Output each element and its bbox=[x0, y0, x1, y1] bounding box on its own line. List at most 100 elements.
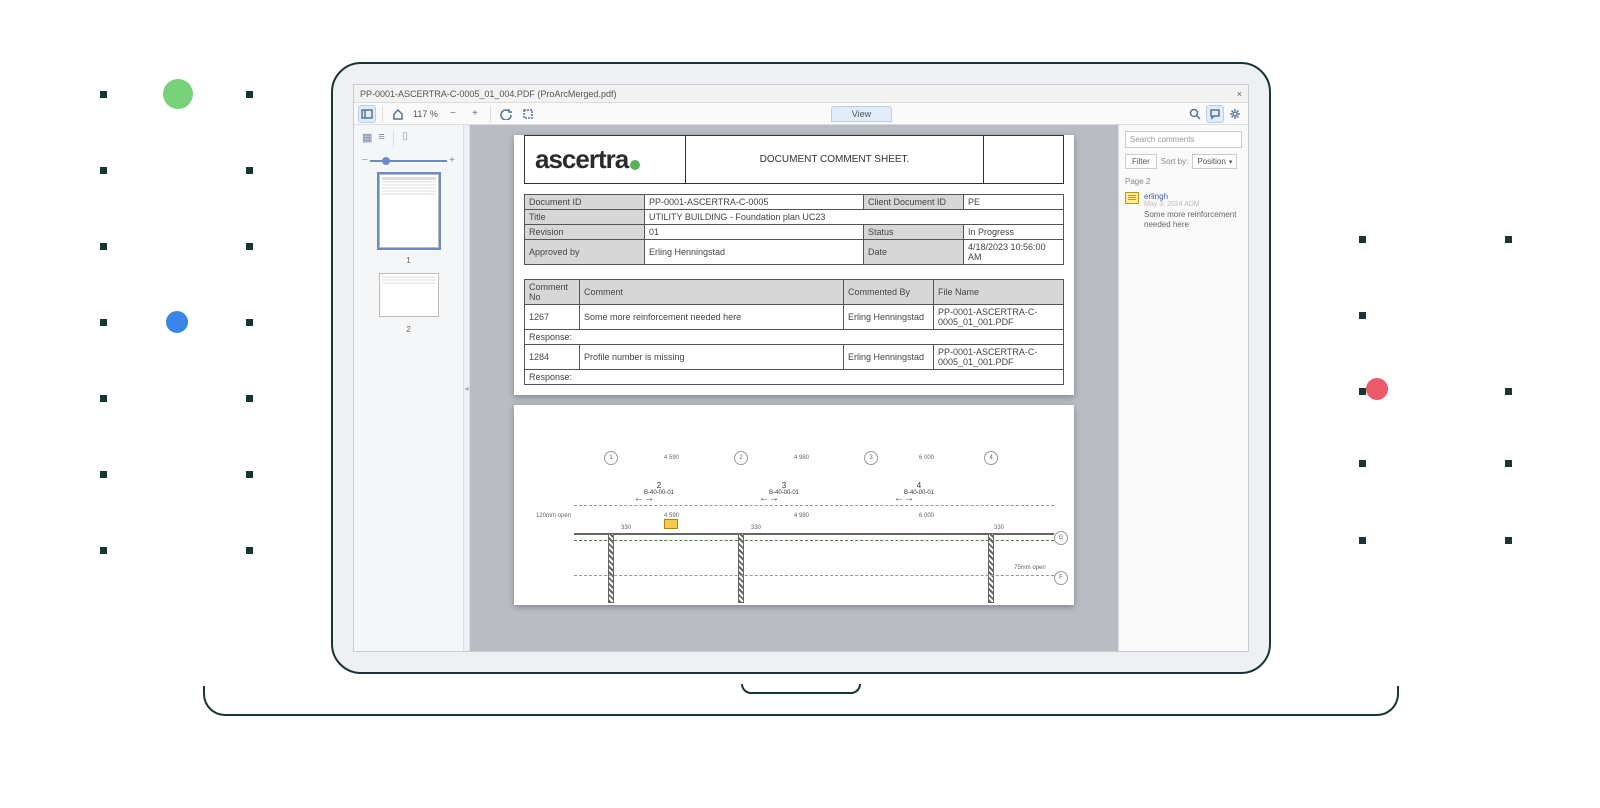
slider-minus: − bbox=[362, 155, 368, 166]
axis-letter: G bbox=[1054, 531, 1068, 545]
window-titlebar: PP-0001-ASCERTRA-C-0005_01_004.PDF (ProA… bbox=[354, 85, 1248, 103]
plus-icon: + bbox=[472, 108, 478, 119]
column-hatch bbox=[988, 533, 994, 603]
document-viewport[interactable]: ascertra DOCUMENT COMMENT SHEET. Documen… bbox=[470, 125, 1118, 651]
document-page-1: ascertra DOCUMENT COMMENT SHEET. Documen… bbox=[514, 135, 1074, 395]
doc-header: ascertra DOCUMENT COMMENT SHEET. bbox=[524, 135, 1064, 184]
zoom-level[interactable]: 117 % bbox=[411, 109, 440, 119]
cell-response: Response: bbox=[525, 330, 1064, 345]
logo-text: ascertra bbox=[535, 144, 628, 175]
label-date: Date bbox=[864, 240, 964, 265]
slider-thumb[interactable] bbox=[382, 157, 390, 165]
doc-info-table: Document ID PP-0001-ASCERTRA-C-0005 Clie… bbox=[524, 194, 1064, 265]
label-revision: Revision bbox=[525, 225, 645, 240]
settings-button[interactable] bbox=[1226, 105, 1244, 123]
cell-comment: Some more reinforcement needed here bbox=[580, 305, 844, 330]
laptop-screen: PP-0001-ASCERTRA-C-0005_01_004.PDF (ProA… bbox=[331, 62, 1271, 674]
decor-square-dot bbox=[246, 91, 253, 98]
rotate-icon bbox=[500, 108, 512, 120]
decor-dot-red bbox=[1366, 378, 1388, 400]
search-icon bbox=[1189, 108, 1201, 120]
decor-square-dot bbox=[100, 471, 107, 478]
decor-square-dot bbox=[1359, 388, 1366, 395]
arrow-icon: ←→ bbox=[634, 493, 654, 504]
laptop-frame: PP-0001-ASCERTRA-C-0005_01_004.PDF (ProA… bbox=[331, 62, 1271, 716]
axis-letter: F bbox=[1054, 571, 1068, 585]
comments-panel-button[interactable] bbox=[1206, 105, 1224, 123]
grid-line-green bbox=[574, 540, 1054, 541]
pdf-viewer-app: PP-0001-ASCERTRA-C-0005_01_004.PDF (ProA… bbox=[353, 84, 1249, 652]
comment-list-item[interactable]: erlingh May 3, 2024 ADM Some more reinfo… bbox=[1125, 192, 1242, 229]
comment-author: erlingh bbox=[1144, 192, 1242, 201]
table-row: 1284 Profile number is missing Erling He… bbox=[525, 345, 1064, 370]
home-button[interactable] bbox=[389, 105, 407, 123]
toolbar: 117 % − + View bbox=[354, 103, 1248, 125]
toolbar-right bbox=[1186, 105, 1244, 123]
logo-cell: ascertra bbox=[525, 136, 685, 183]
thumb-grid-icon[interactable]: ▦ bbox=[362, 131, 372, 147]
thumb-size-slider[interactable]: − + bbox=[362, 155, 455, 166]
table-row: Document ID PP-0001-ASCERTRA-C-0005 Clie… bbox=[525, 195, 1064, 210]
page-thumbnail-2[interactable] bbox=[379, 273, 439, 317]
comments-table: Comment No Comment Commented By File Nam… bbox=[524, 279, 1064, 385]
decor-square-dot bbox=[1505, 388, 1512, 395]
cell-by: Erling Henningstad bbox=[844, 305, 934, 330]
select-button[interactable] bbox=[519, 105, 537, 123]
dimension-text: 330 bbox=[751, 525, 761, 531]
thumb-page-number: 2 bbox=[406, 325, 410, 334]
separator bbox=[393, 131, 394, 147]
decor-square-dot bbox=[1505, 460, 1512, 467]
table-row: 1267 Some more reinforcement needed here… bbox=[525, 305, 1064, 330]
zoom-out-button[interactable]: − bbox=[444, 105, 462, 123]
label-title: Title bbox=[525, 210, 645, 225]
axis-marker: 2 bbox=[734, 451, 748, 465]
comments-search-input[interactable]: Search comments bbox=[1125, 131, 1242, 148]
chevron-down-icon: ▾ bbox=[1229, 158, 1233, 166]
beam-num: 3 bbox=[769, 481, 799, 490]
thumb-stamp-icon[interactable]: ⌷ bbox=[402, 131, 409, 147]
dimension-text: 6 000 bbox=[919, 513, 934, 519]
value-client-id: PE bbox=[964, 195, 1064, 210]
home-icon bbox=[392, 108, 404, 120]
label-status: Status bbox=[864, 225, 964, 240]
document-page-2: 1 2 3 4 4 590 4 980 6 000 2B-40-00-01 3B… bbox=[514, 405, 1074, 605]
thumb-list-icon[interactable]: ≡ bbox=[378, 131, 384, 147]
window-close-button[interactable]: × bbox=[1237, 89, 1242, 99]
decor-square-dot bbox=[1505, 236, 1512, 243]
comment-body: erlingh May 3, 2024 ADM Some more reinfo… bbox=[1144, 192, 1242, 229]
comment-date: May 3, 2024 ADM bbox=[1144, 201, 1242, 208]
comment-icon bbox=[1209, 108, 1221, 120]
slider-track bbox=[370, 160, 447, 162]
table-row: Approved by Erling Henningstad Date 4/18… bbox=[525, 240, 1064, 265]
axis-marker: 1 bbox=[604, 451, 618, 465]
value-date: 4/18/2023 10:56:00 AM bbox=[964, 240, 1064, 265]
dimension-text: 4 980 bbox=[794, 455, 809, 461]
decor-dot-green bbox=[163, 79, 193, 109]
col-file: File Name bbox=[934, 280, 1064, 305]
decor-square-dot bbox=[1505, 537, 1512, 544]
zoom-in-button[interactable]: + bbox=[466, 105, 484, 123]
doc-header-blank bbox=[983, 136, 1063, 183]
view-tab[interactable]: View bbox=[831, 106, 892, 122]
app-body: ▦ ≡ ⌷ − + 1 bbox=[354, 125, 1248, 651]
sort-select[interactable]: Position ▾ bbox=[1192, 154, 1237, 169]
decor-square-dot bbox=[100, 319, 107, 326]
search-button[interactable] bbox=[1186, 105, 1204, 123]
decor-square-dot bbox=[1359, 460, 1366, 467]
separator bbox=[382, 106, 383, 122]
arrow-icon: ←→ bbox=[894, 493, 914, 504]
page-thumbnail-1[interactable] bbox=[379, 174, 439, 248]
decor-square-dot bbox=[1359, 236, 1366, 243]
decor-square-dot bbox=[100, 91, 107, 98]
sidebar-toggle-button[interactable] bbox=[358, 105, 376, 123]
comment-text: Some more reinforcement needed here bbox=[1144, 210, 1242, 229]
separator bbox=[490, 106, 491, 122]
filter-button[interactable]: Filter bbox=[1125, 154, 1157, 169]
decor-square-dot bbox=[100, 395, 107, 402]
beam-num: 4 bbox=[904, 481, 934, 490]
toolbar-center: View bbox=[831, 106, 892, 122]
beam-num: 2 bbox=[644, 481, 674, 490]
comment-sticky-note[interactable] bbox=[664, 519, 678, 529]
table-header-row: Comment No Comment Commented By File Nam… bbox=[525, 280, 1064, 305]
rotate-button[interactable] bbox=[497, 105, 515, 123]
